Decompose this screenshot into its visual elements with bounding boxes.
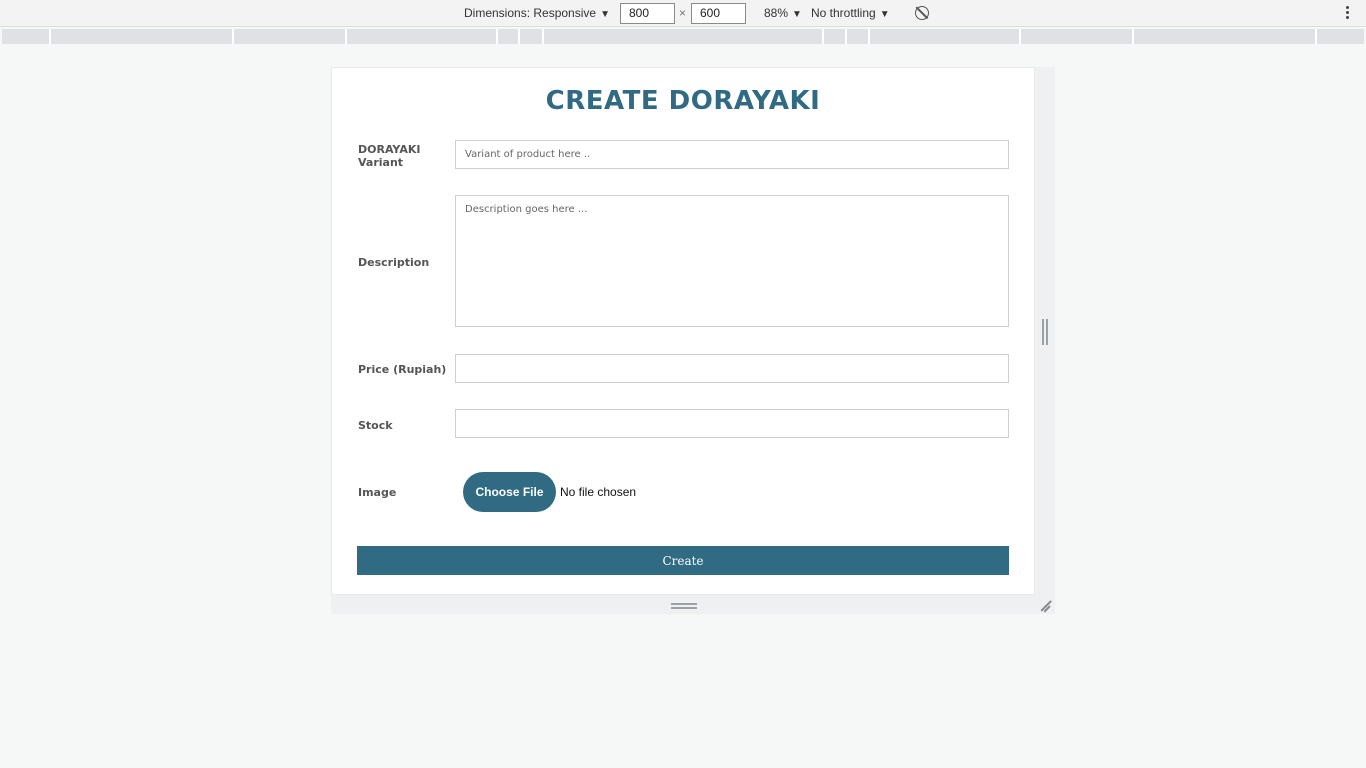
media-query-bar[interactable] — [2, 29, 1364, 44]
width-input[interactable]: 800 — [620, 3, 675, 24]
media-query-divider — [1315, 29, 1317, 44]
media-query-divider — [1132, 29, 1134, 44]
grip-icon — [671, 603, 697, 609]
price-input[interactable] — [455, 354, 1009, 383]
description-textarea[interactable] — [455, 195, 1009, 327]
media-query-divider — [868, 29, 870, 44]
variant-input[interactable] — [455, 140, 1009, 169]
media-query-divider — [232, 29, 234, 44]
media-query-divider — [845, 29, 847, 44]
height-input[interactable]: 600 — [691, 3, 746, 24]
file-status-text: No file chosen — [560, 485, 637, 499]
create-button[interactable]: Create — [357, 546, 1009, 575]
throttling-label: No throttling — [811, 6, 876, 20]
image-label: Image — [358, 486, 397, 499]
media-query-divider — [822, 29, 824, 44]
grip-icon — [1042, 319, 1048, 345]
stock-input[interactable] — [455, 409, 1009, 438]
throttling-dropdown[interactable]: No throttling ▼ — [811, 0, 890, 27]
chevron-down-icon: ▼ — [879, 9, 890, 20]
variant-label-line2: Variant — [358, 156, 404, 169]
device-toolbar: Dimensions: Responsive ▼ 800 × 600 88% ▼ N… — [0, 0, 1366, 27]
media-query-divider — [1019, 29, 1021, 44]
description-label: Description — [358, 256, 430, 269]
page-title: CREATE DORAYAKI — [545, 86, 821, 116]
zoom-label: 88% — [764, 6, 789, 20]
variant-label: DORAYAKI Variant — [358, 143, 420, 169]
dimensions-label: Dimensions: Responsive — [464, 6, 597, 20]
media-query-divider — [542, 29, 544, 44]
times-sign: × — [679, 6, 687, 20]
zoom-dropdown[interactable]: 88% ▼ — [764, 0, 802, 27]
media-query-divider — [518, 29, 520, 44]
choose-file-button[interactable]: Choose File — [463, 472, 556, 512]
chevron-down-icon: ▼ — [600, 9, 610, 20]
price-label: Price (Rupiah) — [358, 363, 447, 376]
resize-corner-icon[interactable] — [1038, 598, 1052, 612]
more-options-icon[interactable] — [1343, 6, 1351, 22]
chevron-down-icon: ▼ — [792, 9, 802, 20]
dimensions-dropdown[interactable]: Dimensions: Responsive ▼ — [464, 0, 610, 27]
media-query-divider — [345, 29, 347, 44]
rotate-icon[interactable] — [915, 6, 929, 20]
variant-label-line1: DORAYAKI — [358, 143, 421, 156]
media-query-divider — [49, 29, 51, 44]
stock-label: Stock — [358, 419, 393, 432]
media-query-divider — [496, 29, 498, 44]
